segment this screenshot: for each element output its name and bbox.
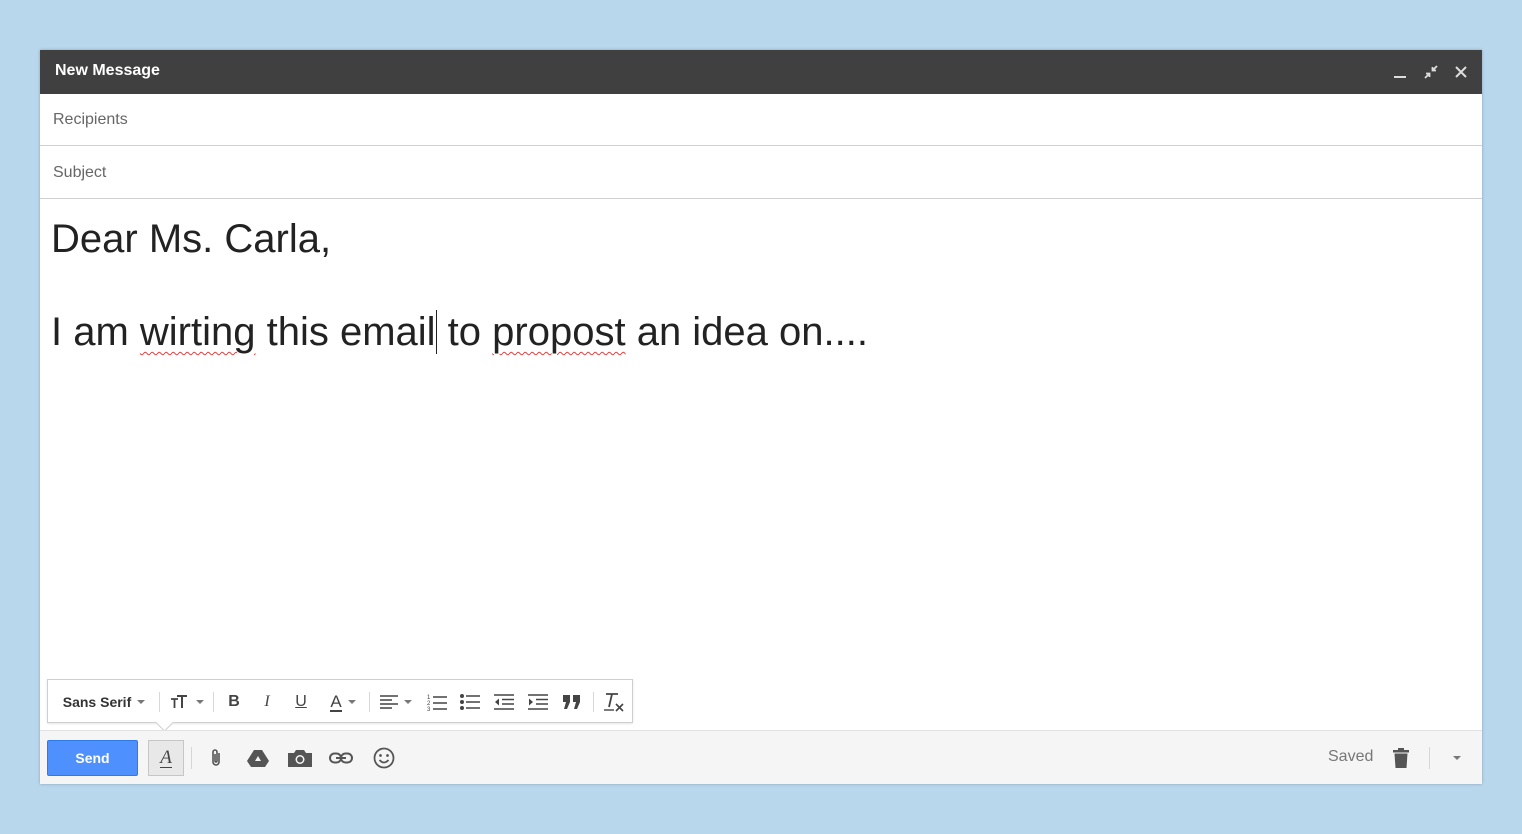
- more-options-button[interactable]: [1439, 740, 1475, 776]
- compose-bottom-bar: Send A Saved: [40, 730, 1482, 784]
- font-size-button[interactable]: [166, 680, 208, 724]
- font-family-select[interactable]: Sans Serif: [54, 680, 154, 724]
- compose-title: New Message: [55, 62, 160, 79]
- bottom-divider: [191, 747, 192, 769]
- toolbar-divider: [369, 692, 370, 712]
- subject-input[interactable]: [51, 159, 1455, 187]
- recipients-row: [40, 94, 1482, 146]
- body-text-segment: an idea on....: [625, 310, 868, 354]
- quote-icon: [563, 695, 580, 709]
- exit-fullscreen-icon: [1424, 65, 1438, 79]
- recipients-input[interactable]: [51, 106, 1455, 134]
- close-icon: [1455, 66, 1467, 78]
- emoji-button[interactable]: [366, 740, 402, 776]
- close-button[interactable]: [1451, 62, 1471, 82]
- quote-button[interactable]: [557, 680, 587, 724]
- insert-link-button[interactable]: [323, 740, 359, 776]
- svg-text:3: 3: [427, 707, 431, 711]
- compose-window: New Message Dear Ms. Carla, I am wirting…: [40, 50, 1482, 784]
- bottom-divider: [1429, 747, 1430, 769]
- align-icon: [380, 695, 398, 709]
- minimize-icon: [1394, 76, 1406, 78]
- underline-icon: U: [295, 693, 307, 710]
- body-greeting: Dear Ms. Carla,: [51, 217, 332, 261]
- exit-fullscreen-button[interactable]: [1421, 62, 1441, 82]
- italic-icon: I: [264, 693, 270, 710]
- font-size-icon: [171, 695, 187, 708]
- attach-icon: [212, 749, 220, 766]
- formatting-toolbar: Sans Serif B I U A 1 2 3: [47, 679, 633, 732]
- subject-row: [40, 147, 1482, 199]
- trash-icon: [1393, 748, 1409, 768]
- indent-more-icon: [528, 694, 548, 710]
- toolbar-divider: [159, 692, 160, 712]
- formatting-options-icon: A: [160, 746, 172, 768]
- italic-button[interactable]: I: [252, 680, 282, 724]
- misspelled-word[interactable]: wirting: [140, 310, 256, 354]
- body-sentence: I am wirting this email to propost an id…: [51, 310, 868, 355]
- send-button[interactable]: Send: [47, 740, 138, 776]
- chevron-down-icon: [196, 700, 204, 704]
- chevron-down-icon: [137, 700, 146, 704]
- bulleted-list-button[interactable]: [455, 680, 485, 724]
- saved-status: Saved: [1328, 748, 1374, 765]
- compose-titlebar[interactable]: New Message: [40, 50, 1482, 94]
- discard-draft-button[interactable]: [1383, 740, 1419, 776]
- toolbar-divider: [593, 692, 594, 712]
- chevron-down-icon: [404, 700, 412, 704]
- numbered-list-button[interactable]: 1 2 3: [422, 680, 452, 724]
- indent-less-icon: [494, 694, 514, 710]
- text-color-button[interactable]: A: [322, 680, 364, 724]
- indent-less-button[interactable]: [489, 680, 519, 724]
- align-button[interactable]: [375, 680, 417, 724]
- remove-formatting-icon: [604, 693, 624, 712]
- minimize-button[interactable]: [1390, 62, 1410, 82]
- chevron-down-icon: [347, 700, 356, 704]
- drive-button[interactable]: [240, 740, 276, 776]
- drive-icon: [247, 750, 269, 767]
- photo-icon: [288, 750, 312, 767]
- body-text-segment: this email: [255, 310, 436, 354]
- numbered-list-icon: 1 2 3: [427, 695, 447, 711]
- indent-more-button[interactable]: [523, 680, 553, 724]
- bold-button[interactable]: B: [219, 680, 249, 724]
- toolbar-divider: [213, 692, 214, 712]
- link-icon: [329, 752, 353, 764]
- emoji-icon: [373, 747, 395, 769]
- misspelled-word[interactable]: propost: [492, 310, 625, 354]
- font-family-label: Sans Serif: [62, 694, 132, 710]
- text-color-icon: A: [330, 691, 342, 712]
- attach-button[interactable]: [198, 740, 234, 776]
- body-text-segment: I am: [51, 310, 140, 354]
- underline-button[interactable]: U: [286, 680, 316, 724]
- photo-button[interactable]: [282, 740, 318, 776]
- remove-formatting-button[interactable]: [599, 680, 629, 724]
- body-text-segment: to: [436, 310, 493, 354]
- bulleted-list-icon: [460, 694, 480, 710]
- bold-icon: B: [228, 693, 240, 710]
- formatting-options-button[interactable]: A: [148, 740, 184, 776]
- more-options-icon: [1453, 756, 1461, 760]
- message-body[interactable]: Dear Ms. Carla, I am wirting this email …: [40, 202, 1482, 682]
